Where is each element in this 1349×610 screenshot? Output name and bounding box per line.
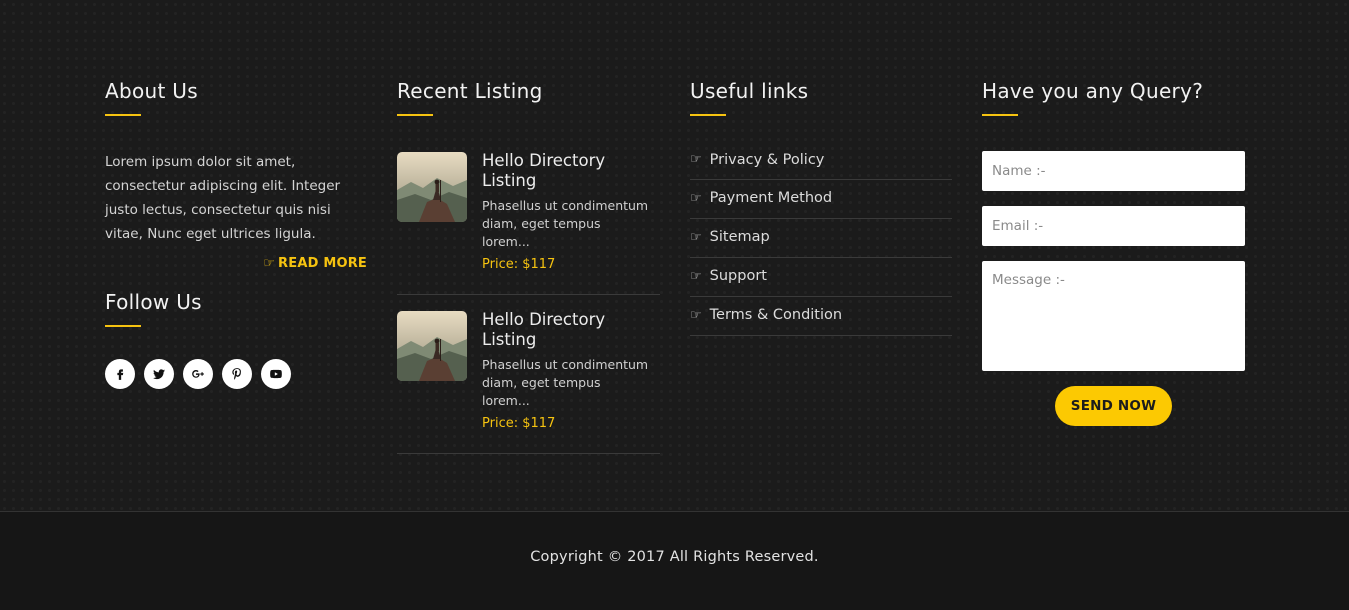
heading-underline — [105, 325, 141, 327]
listing-body: Hello Directory Listing Phasellus ut con… — [482, 310, 660, 431]
listing-description: Phasellus ut condimentum diam, eget temp… — [482, 198, 649, 249]
hand-pointer-icon: ☞ — [690, 229, 702, 245]
recent-heading: Recent Listing — [397, 79, 543, 103]
send-now-button[interactable]: SEND NOW — [1055, 386, 1172, 426]
listing-title[interactable]: Hello Directory Listing — [482, 310, 660, 350]
link-sitemap[interactable]: ☞ Sitemap — [690, 219, 952, 258]
recent-listing-column: Recent Listing Hello Directory Listing P… — [397, 78, 660, 454]
listing-item[interactable]: Hello Directory Listing Phasellus ut con… — [397, 310, 660, 454]
hand-pointer-icon: ☞ — [690, 152, 702, 167]
facebook-icon[interactable] — [105, 359, 135, 389]
heading-underline — [690, 114, 726, 116]
listing-title[interactable]: Hello Directory Listing — [482, 151, 660, 191]
copyright-text: Copyright © 2017 All Rights Reserved. — [530, 549, 819, 565]
query-column: Have you any Query? SEND NOW — [982, 78, 1245, 426]
social-icons — [105, 359, 367, 389]
listing-list: Hello Directory Listing Phasellus ut con… — [397, 151, 660, 454]
listing-price: Price: $117 — [482, 257, 556, 272]
about-heading: About Us — [105, 79, 198, 103]
link-label: Payment Method — [709, 190, 833, 206]
hand-pointer-icon: ☞ — [690, 268, 702, 284]
twitter-icon[interactable] — [144, 359, 174, 389]
link-label: Privacy & Policy — [709, 152, 825, 168]
link-payment-method[interactable]: ☞ Payment Method — [690, 180, 952, 219]
listing-thumbnail[interactable] — [397, 152, 467, 222]
hand-pointer-icon: ☞ — [690, 190, 702, 206]
link-privacy-policy[interactable]: ☞ Privacy & Policy — [690, 152, 952, 180]
about-text: Lorem ipsum dolor sit amet, consectetur … — [105, 154, 341, 242]
hand-pointer-icon: ☞ — [263, 256, 276, 271]
listing-price: Price: $117 — [482, 416, 556, 431]
read-more-link[interactable]: ☞ READ MORE — [105, 256, 367, 271]
link-support[interactable]: ☞ Support — [690, 258, 952, 297]
query-form: SEND NOW — [982, 151, 1245, 426]
links-list: ☞ Privacy & Policy ☞ Payment Method ☞ Sitem… — [690, 152, 952, 336]
hand-pointer-icon: ☞ — [690, 307, 702, 323]
listing-item[interactable]: Hello Directory Listing Phasellus ut con… — [397, 151, 660, 295]
google-plus-icon[interactable] — [183, 359, 213, 389]
message-field[interactable] — [982, 261, 1245, 371]
youtube-icon[interactable] — [261, 359, 291, 389]
listing-thumbnail[interactable] — [397, 311, 467, 381]
useful-links-column: Useful links ☞ Privacy & Policy ☞ Payment … — [690, 78, 952, 336]
pinterest-icon[interactable] — [222, 359, 252, 389]
heading-underline — [397, 114, 433, 116]
listing-body: Hello Directory Listing Phasellus ut con… — [482, 151, 660, 272]
links-heading: Useful links — [690, 79, 809, 103]
link-label: Terms & Condition — [709, 307, 843, 323]
listing-description: Phasellus ut condimentum diam, eget temp… — [482, 357, 649, 408]
link-label: Support — [709, 268, 767, 284]
email-field[interactable] — [982, 206, 1245, 246]
read-more-label: READ MORE — [278, 256, 367, 271]
query-heading: Have you any Query? — [982, 79, 1204, 103]
link-label: Sitemap — [709, 229, 770, 245]
follow-heading: Follow Us — [105, 290, 202, 314]
heading-underline — [982, 114, 1018, 116]
name-field[interactable] — [982, 151, 1245, 191]
link-terms-condition[interactable]: ☞ Terms & Condition — [690, 297, 952, 336]
heading-underline — [105, 114, 141, 116]
about-column: About Us Lorem ipsum dolor sit amet, con… — [105, 78, 367, 389]
